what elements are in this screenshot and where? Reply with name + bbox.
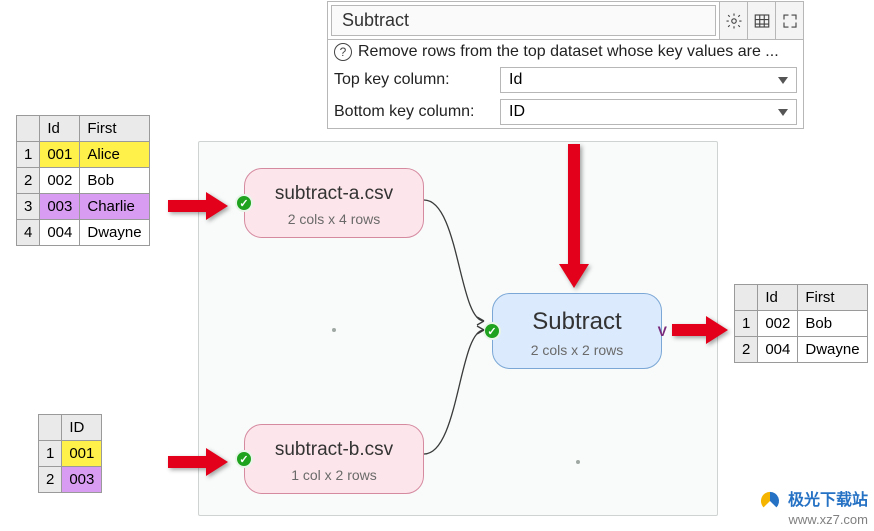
cell-id: 004 bbox=[758, 337, 798, 363]
row-num: 3 bbox=[17, 194, 40, 220]
status-ok-icon: ✓ bbox=[235, 194, 253, 212]
watermark: 极光下载站 www.xz7.com bbox=[759, 486, 868, 527]
help-icon[interactable]: ? bbox=[334, 43, 352, 61]
status-ok-icon: ✓ bbox=[235, 450, 253, 468]
canvas-grid-dot bbox=[576, 460, 580, 464]
expand-icon bbox=[781, 12, 799, 30]
row-num: 4 bbox=[17, 220, 40, 246]
logo-icon bbox=[759, 490, 781, 512]
node-subtract[interactable]: ✓ Subtract 2 cols x 2 rows V bbox=[492, 293, 662, 369]
cell-id: 003 bbox=[40, 194, 80, 220]
chevron-down-icon bbox=[778, 109, 788, 116]
node-title: subtract-a.csv bbox=[255, 183, 413, 205]
arrow-icon bbox=[168, 448, 230, 476]
top-key-label: Top key column: bbox=[334, 71, 494, 89]
input-table-b: ID 1 001 2 003 bbox=[38, 414, 102, 493]
expand-button[interactable] bbox=[775, 2, 803, 39]
top-key-select[interactable]: Id bbox=[500, 67, 797, 93]
node-title: subtract-b.csv bbox=[255, 439, 413, 461]
cell-id: 001 bbox=[40, 142, 80, 168]
cell-first: Bob bbox=[80, 168, 149, 194]
chevron-down-icon bbox=[778, 77, 788, 84]
cell-id: 001 bbox=[62, 441, 102, 467]
arrow-icon bbox=[559, 144, 589, 289]
cell-first: Dwayne bbox=[798, 337, 867, 363]
row-num: 2 bbox=[39, 467, 62, 493]
col-header-id: Id bbox=[40, 116, 80, 142]
row-num: 1 bbox=[39, 441, 62, 467]
cell-id: 002 bbox=[40, 168, 80, 194]
col-header-id: Id bbox=[758, 285, 798, 311]
node-description: Remove rows from the top dataset whose k… bbox=[358, 43, 779, 61]
row-num: 1 bbox=[17, 142, 40, 168]
row-num: 2 bbox=[735, 337, 758, 363]
top-key-value: Id bbox=[509, 71, 522, 89]
cell-id: 004 bbox=[40, 220, 80, 246]
arrow-icon bbox=[672, 316, 730, 344]
cell-first: Dwayne bbox=[80, 220, 149, 246]
corner-cell bbox=[735, 285, 758, 311]
arrow-icon bbox=[168, 192, 230, 220]
node-title: Subtract bbox=[503, 308, 651, 336]
watermark-url: www.xz7.com bbox=[759, 512, 868, 527]
cell-first: Alice bbox=[80, 142, 149, 168]
settings-button[interactable] bbox=[719, 2, 747, 39]
properties-panel: Subtract ? Remove rows from the top data… bbox=[327, 1, 804, 129]
node-input-b[interactable]: ✓ subtract-b.csv 1 col x 2 rows bbox=[244, 424, 424, 494]
bottom-key-value: ID bbox=[509, 103, 525, 121]
bottom-key-label: Bottom key column: bbox=[334, 103, 494, 121]
col-header-id: ID bbox=[62, 415, 102, 441]
watermark-title: 极光下载站 bbox=[788, 492, 868, 509]
cell-first: Bob bbox=[798, 311, 867, 337]
row-num: 2 bbox=[17, 168, 40, 194]
col-header-first: First bbox=[798, 285, 867, 311]
input-table-a: Id First 1 001 Alice 2 002 Bob 3 003 Cha… bbox=[16, 115, 150, 246]
node-name-input[interactable]: Subtract bbox=[331, 5, 716, 36]
canvas-grid-dot bbox=[332, 328, 336, 332]
node-input-a[interactable]: ✓ subtract-a.csv 2 cols x 4 rows bbox=[244, 168, 424, 238]
cell-first: Charlie bbox=[80, 194, 149, 220]
table-view-button[interactable] bbox=[747, 2, 775, 39]
connector-a-to-op bbox=[424, 196, 494, 336]
col-header-first: First bbox=[80, 116, 149, 142]
node-subtitle: 2 cols x 4 rows bbox=[255, 211, 413, 227]
bottom-key-select[interactable]: ID bbox=[500, 99, 797, 125]
corner-cell bbox=[39, 415, 62, 441]
node-subtitle: 1 col x 2 rows bbox=[255, 467, 413, 483]
table-icon bbox=[753, 12, 771, 30]
gear-icon bbox=[725, 12, 743, 30]
corner-cell bbox=[17, 116, 40, 142]
cell-id: 003 bbox=[62, 467, 102, 493]
output-table: Id First 1 002 Bob 2 004 Dwayne bbox=[734, 284, 868, 363]
cell-id: 002 bbox=[758, 311, 798, 337]
row-num: 1 bbox=[735, 311, 758, 337]
output-port-badge: V bbox=[658, 323, 667, 339]
node-subtitle: 2 cols x 2 rows bbox=[503, 342, 651, 358]
connector-b-to-op bbox=[424, 322, 494, 462]
